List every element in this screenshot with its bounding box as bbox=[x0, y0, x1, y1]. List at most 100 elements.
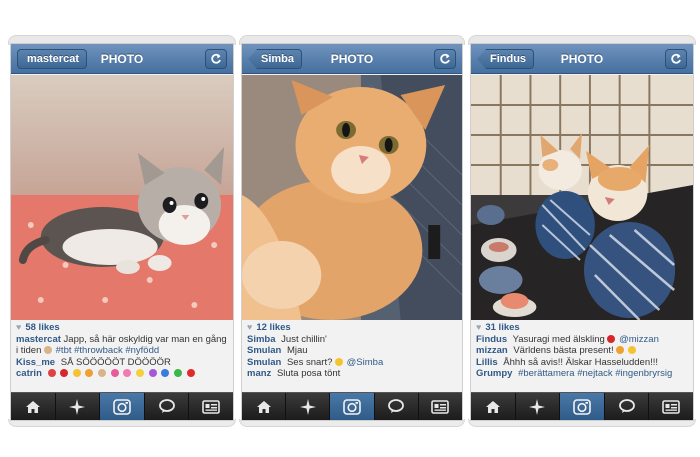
comment-text: Ses snart? bbox=[286, 356, 333, 368]
home-icon bbox=[25, 400, 40, 413]
phone-screen-1: mastercat PHOTO ♥ 58 likes mastercat Jap… bbox=[10, 43, 234, 421]
emoji-icon bbox=[72, 369, 81, 378]
comment-tags[interactable]: @Simba bbox=[347, 357, 384, 368]
likes-row[interactable]: ♥ 31 likes bbox=[476, 322, 688, 334]
emoji-icon bbox=[98, 369, 107, 378]
comment: Kiss_me SÅ SÖÖÖÖÖT DÖÖÖÖR bbox=[16, 357, 228, 369]
back-button[interactable]: Findus bbox=[477, 49, 535, 69]
comment-text: Just chillin' bbox=[281, 333, 327, 345]
emoji-icon bbox=[627, 346, 636, 355]
likes-row[interactable]: ♥ 58 likes bbox=[16, 322, 228, 334]
comment-user[interactable]: Smulan bbox=[247, 345, 281, 356]
comment-tags[interactable]: #berättamera #nejtack #ingenbryrsig bbox=[518, 368, 672, 379]
emoji-icon bbox=[173, 369, 182, 378]
tab-news[interactable] bbox=[375, 393, 419, 420]
emoji-icon bbox=[123, 369, 132, 378]
profile-icon bbox=[431, 399, 450, 414]
emoji-icon bbox=[186, 369, 195, 378]
tab-home[interactable] bbox=[471, 393, 516, 420]
camera-icon bbox=[573, 398, 591, 415]
heart-icon: ♥ bbox=[247, 322, 253, 332]
explore-icon bbox=[299, 398, 316, 415]
comment-user[interactable]: Lillis bbox=[476, 357, 498, 368]
camera-icon bbox=[113, 398, 131, 415]
camera-icon bbox=[343, 398, 361, 415]
news-icon bbox=[388, 399, 405, 413]
comment: Simba Just chillin' bbox=[247, 334, 457, 346]
comment: catrin bbox=[16, 368, 228, 380]
comment-text: Världens bästa present! bbox=[513, 345, 614, 357]
tab-explore[interactable] bbox=[286, 393, 331, 420]
tab-home[interactable] bbox=[242, 393, 287, 420]
phone-screen-3: Findus PHOTO ♥ 31 likes Findus Yasuragi … bbox=[470, 43, 694, 421]
comment-text: SÅ SÖÖÖÖÖT DÖÖÖÖR bbox=[60, 356, 171, 368]
likes-row[interactable]: ♥ 12 likes bbox=[247, 322, 457, 334]
photo-cats-kimono[interactable] bbox=[471, 75, 693, 320]
comment-user[interactable]: catrin bbox=[16, 368, 42, 379]
tab-explore[interactable] bbox=[516, 393, 561, 420]
back-button[interactable]: mastercat bbox=[17, 49, 87, 69]
tab-profile[interactable] bbox=[189, 393, 233, 420]
heart-emoji-icon bbox=[607, 334, 616, 343]
comment-text: Mjau bbox=[286, 345, 308, 357]
tab-news[interactable] bbox=[605, 393, 650, 420]
tab-camera[interactable] bbox=[560, 393, 605, 420]
likes-count: 12 likes bbox=[256, 322, 291, 333]
comment-text: Yasuragi med älskling bbox=[512, 333, 605, 345]
comment-tags[interactable]: @mizzan bbox=[619, 334, 659, 345]
heart-icon: ♥ bbox=[476, 322, 482, 332]
emoji-icon bbox=[60, 369, 69, 378]
tab-news[interactable] bbox=[145, 393, 190, 420]
emoji-icon bbox=[85, 369, 94, 378]
photo-cat-selfie[interactable] bbox=[242, 75, 462, 320]
home-icon bbox=[256, 400, 271, 413]
comment-user[interactable]: Kiss_me bbox=[16, 357, 55, 368]
likes-count: 31 likes bbox=[485, 322, 520, 333]
emoji-icon bbox=[136, 369, 144, 378]
tab-home[interactable] bbox=[11, 393, 56, 420]
refresh-button[interactable] bbox=[665, 49, 687, 69]
comment-user[interactable]: mizzan bbox=[476, 345, 508, 356]
profile-icon bbox=[662, 399, 680, 414]
refresh-icon bbox=[671, 53, 681, 64]
comment-user[interactable]: Simba bbox=[247, 334, 276, 345]
comment-user[interactable]: Grumpy bbox=[476, 368, 512, 379]
comment-tags[interactable]: #tbt #throwback #nyfödd bbox=[56, 345, 160, 356]
profile-icon bbox=[202, 399, 220, 414]
tab-camera[interactable] bbox=[330, 393, 375, 420]
caption: ♥ 31 likes Findus Yasuragi med älskling … bbox=[471, 322, 693, 380]
nav-bar: Findus PHOTO bbox=[471, 44, 693, 74]
explore-icon bbox=[69, 398, 86, 415]
refresh-icon bbox=[211, 53, 221, 64]
comment: Grumpy #berättamera #nejtack #ingenbryrs… bbox=[476, 368, 688, 380]
comment-user[interactable]: manz bbox=[247, 368, 271, 379]
tab-explore[interactable] bbox=[56, 393, 101, 420]
emoji-row bbox=[47, 368, 196, 380]
comment: Smulan Ses snart? @Simba bbox=[247, 357, 457, 369]
tab-bar bbox=[11, 392, 233, 420]
tab-profile[interactable] bbox=[419, 393, 462, 420]
likes-count: 58 likes bbox=[25, 322, 60, 333]
comment-user[interactable]: mastercat bbox=[16, 334, 61, 345]
comment-user[interactable]: Findus bbox=[476, 334, 507, 345]
comment: mastercat Japp, så här oskyldig var man … bbox=[16, 334, 228, 357]
heart-icon: ♥ bbox=[16, 322, 22, 332]
nav-bar: Simba PHOTO bbox=[242, 44, 462, 74]
comment: manz Sluta posa tönt bbox=[247, 368, 457, 380]
comment-text: Åhhh så avis!! Älskar Hasseludden!!! bbox=[503, 356, 659, 368]
back-button[interactable]: Simba bbox=[248, 49, 303, 69]
tab-bar bbox=[471, 392, 693, 420]
photo-kitten[interactable] bbox=[11, 75, 233, 320]
emoji-icon bbox=[161, 369, 170, 378]
refresh-button[interactable] bbox=[205, 49, 227, 69]
nav-bar: mastercat PHOTO bbox=[11, 44, 233, 74]
comment-user[interactable]: Smulan bbox=[247, 357, 281, 368]
tab-camera[interactable] bbox=[100, 393, 145, 420]
tab-profile[interactable] bbox=[649, 393, 693, 420]
refresh-icon bbox=[440, 53, 450, 64]
caption: ♥ 12 likes Simba Just chillin' Smulan Mj… bbox=[242, 322, 462, 380]
tab-bar bbox=[242, 392, 462, 420]
refresh-button[interactable] bbox=[434, 49, 456, 69]
emoji-icon bbox=[148, 369, 157, 378]
emoji-icon bbox=[616, 346, 625, 355]
